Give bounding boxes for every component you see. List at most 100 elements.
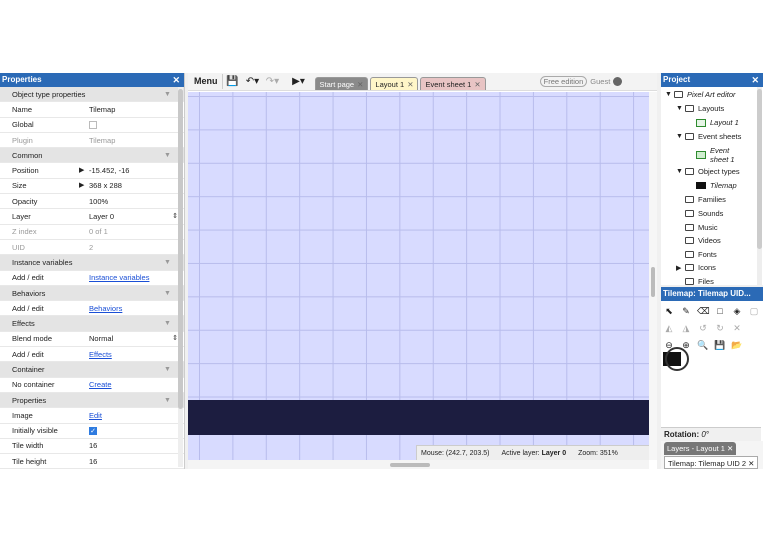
property-section[interactable]: Common ▼ [0,148,184,164]
property-value[interactable]: ▶ 368 x 288 [77,181,184,190]
project-tree-item[interactable]: Families [676,195,726,204]
project-scrollbar[interactable] [757,87,762,285]
property-link[interactable]: Edit [89,411,102,420]
scrollbar-thumb[interactable] [757,89,762,249]
open-folder-icon[interactable]: 📂 [731,340,743,351]
property-value[interactable]: Normal ⇕ [77,334,184,343]
close-icon[interactable]: ✕ [407,80,413,89]
scrollbar-thumb[interactable] [651,267,655,297]
property-value[interactable]: 2 [77,243,184,252]
property-value[interactable]: Effects [77,350,184,359]
user-icon[interactable] [613,77,623,86]
project-tree-item[interactable]: Videos [676,236,721,245]
rotate-cw-icon[interactable]: ↻ [714,323,726,334]
property-section[interactable]: Behaviors ▼ [0,285,184,302]
property-section[interactable]: Container ▼ [0,362,184,378]
property-section[interactable]: Properties ▼ [0,392,184,409]
close-icon[interactable]: ✕ [731,323,743,334]
undo-icon[interactable]: ↶▾ [243,76,263,87]
project-tree-item[interactable]: ▼ Pixel Art editor [665,90,736,99]
tab-layers[interactable]: Layers - Layout 1 ✕ [664,442,737,455]
property-value[interactable]: Layer 0 ⇕ [77,212,184,221]
flip-vertical-icon[interactable]: ◮ [680,323,692,334]
collapse-icon[interactable]: ▼ [676,133,685,140]
flip-horizontal-icon[interactable]: ◭ [663,323,675,334]
property-value[interactable]: ✓ [77,426,184,436]
collapse-icon[interactable]: ▼ [164,366,171,373]
checkbox[interactable]: ✓ [89,427,97,436]
pencil-icon[interactable]: ✎ [680,306,692,317]
redo-icon[interactable]: ↷▾ [263,76,283,87]
rectangle-icon[interactable]: □ [714,306,726,317]
property-link[interactable]: Instance variables [89,273,149,282]
zoom-reset-icon[interactable]: 🔍 [697,340,709,351]
project-tree-item[interactable]: Event sheet 1 [687,146,735,164]
square-select-icon[interactable]: ▢ [748,306,760,317]
tilemap-object[interactable] [188,400,649,435]
project-tree-item[interactable]: Files [676,277,714,285]
property-value[interactable]: Create [77,380,184,389]
collapse-icon[interactable]: ▼ [676,105,685,112]
property-value[interactable] [77,120,184,130]
project-tree-item[interactable]: Sounds [676,209,723,218]
property-value[interactable]: 16 [77,441,184,450]
close-icon[interactable]: ✕ [751,73,759,87]
project-tree-item[interactable]: Tilemap [687,181,737,190]
expand-icon[interactable]: ▶ [79,166,84,174]
collapse-icon[interactable]: ▼ [665,91,674,98]
expand-icon[interactable]: ▶ [676,264,685,272]
property-link[interactable]: Behaviors [89,304,122,313]
property-link[interactable]: Create [89,380,112,389]
user-name[interactable]: Guest [590,77,610,86]
project-tree-item[interactable]: ▶ Icons [676,263,716,272]
project-tree-item[interactable]: ▼ Layouts [676,104,724,113]
project-tree-item[interactable]: Fonts [676,250,717,259]
property-value[interactable]: 0 of 1 [77,227,184,236]
tab-tilemap[interactable]: Tilemap: Tilemap UID 2 ✕ [664,456,759,469]
property-value[interactable]: Behaviors [77,304,184,313]
property-value[interactable]: Tilemap [77,105,184,114]
collapse-icon[interactable]: ▼ [164,259,171,266]
collapse-icon[interactable]: ▼ [164,290,171,297]
property-value[interactable]: Edit [77,411,184,420]
expand-icon[interactable]: ▶ [79,181,84,189]
play-icon[interactable]: ▶▾ [289,76,309,87]
close-icon[interactable]: ✕ [172,73,180,87]
property-value[interactable]: 16 [77,457,184,466]
checkbox[interactable] [89,121,97,130]
collapse-icon[interactable]: ▼ [164,91,171,98]
project-tree-item[interactable]: ▼ Object types [676,167,740,176]
canvas-vertical-scrollbar[interactable] [649,92,657,460]
project-tree-item[interactable]: Layout 1 [687,118,739,127]
project-tree-item[interactable]: Music [676,223,718,232]
property-value[interactable]: 100% [77,197,184,206]
close-icon[interactable]: ✕ [357,80,363,89]
property-link[interactable]: Effects [89,350,112,359]
scrollbar-thumb[interactable] [178,89,183,409]
collapse-icon[interactable]: ▼ [164,152,171,159]
property-section[interactable]: Effects ▼ [0,316,184,332]
properties-scrollbar[interactable] [178,87,183,467]
tab-layout[interactable]: Layout 1 ✕ [370,77,419,90]
collapse-icon[interactable]: ▼ [676,168,685,175]
rotate-ccw-icon[interactable]: ↺ [697,323,709,334]
tab-start[interactable]: Start page ✕ [314,77,369,90]
canvas-horizontal-scrollbar[interactable] [188,460,649,469]
property-value[interactable]: ▶ -15.452, -16 [77,166,184,175]
property-value[interactable]: Instance variables [77,273,184,282]
save-icon[interactable]: 💾 [223,76,243,87]
property-value[interactable]: Tilemap [77,136,184,145]
layout-canvas[interactable] [188,92,649,460]
tab-event[interactable]: Event sheet 1 ✕ [420,77,486,90]
collapse-icon[interactable]: ▼ [164,397,171,404]
save-icon[interactable]: 💾 [714,340,726,351]
project-tree-item[interactable]: ▼ Event sheets [676,132,741,141]
collapse-icon[interactable]: ▼ [164,320,171,327]
free-edition-badge[interactable]: Free edition [539,76,588,87]
scrollbar-thumb[interactable] [390,463,430,467]
pointer-icon[interactable]: ⬉ [663,306,675,317]
close-icon[interactable]: ✕ [474,80,480,89]
property-section[interactable]: Instance variables ▼ [0,255,184,271]
fill-bucket-icon[interactable]: ◈ [731,306,743,317]
eraser-icon[interactable]: ⌫ [697,306,710,317]
